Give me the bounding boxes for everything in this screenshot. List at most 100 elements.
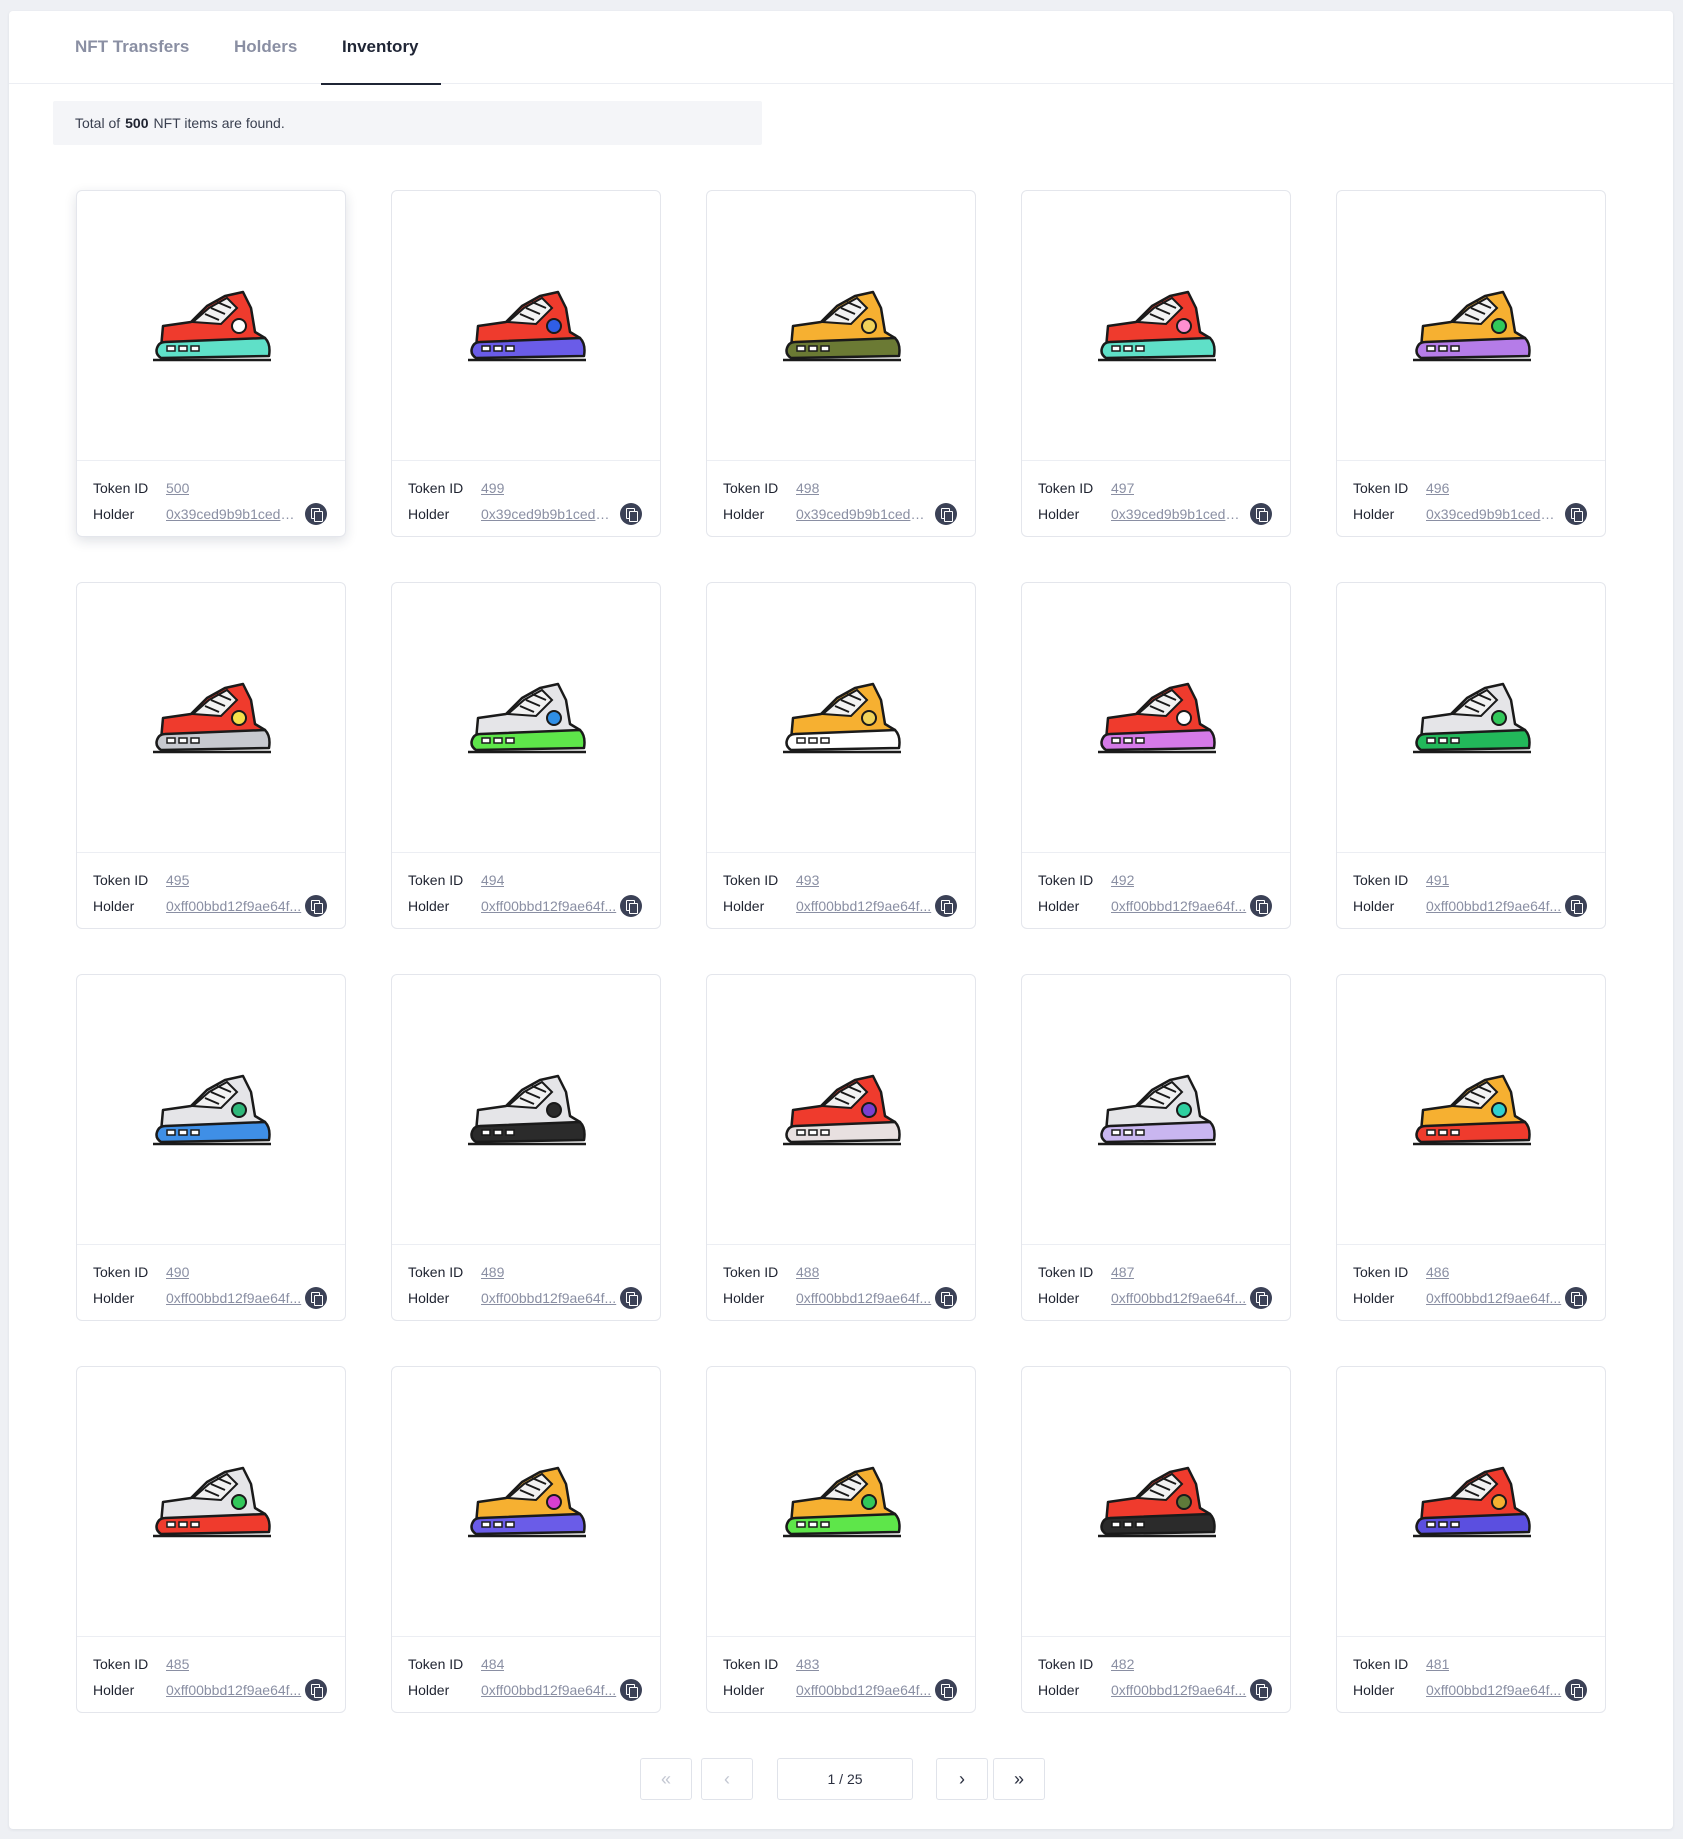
token-id-link[interactable]: 491 [1426,872,1449,888]
token-id-link[interactable]: 483 [796,1656,819,1672]
nft-card[interactable]: Token ID 494 Holder 0xff00bbd12f9ae64f... [391,582,661,929]
holder-address-link[interactable]: 0xff00bbd12f9ae64f... [796,1682,932,1698]
copy-icon[interactable] [620,1679,642,1701]
next-page-button[interactable]: › [936,1758,988,1800]
token-id-link[interactable]: 492 [1111,872,1134,888]
copy-icon[interactable] [1565,1287,1587,1309]
nft-image[interactable] [392,1367,660,1637]
token-id-link[interactable]: 499 [481,480,504,496]
copy-icon[interactable] [1565,503,1587,525]
token-id-link[interactable]: 497 [1111,480,1134,496]
nft-card[interactable]: Token ID 482 Holder 0xff00bbd12f9ae64f... [1021,1366,1291,1713]
holder-address-link[interactable]: 0x39ced9b9b1cedb6... [166,506,302,522]
token-id-link[interactable]: 494 [481,872,504,888]
nft-card[interactable]: Token ID 488 Holder 0xff00bbd12f9ae64f... [706,974,976,1321]
holder-address-link[interactable]: 0xff00bbd12f9ae64f... [481,898,617,914]
nft-image[interactable] [707,975,975,1245]
nft-card[interactable]: Token ID 484 Holder 0xff00bbd12f9ae64f... [391,1366,661,1713]
tab-nft-transfers[interactable]: NFT Transfers [75,11,189,84]
nft-image[interactable] [77,1367,345,1637]
holder-address-link[interactable]: 0xff00bbd12f9ae64f... [1426,898,1562,914]
copy-icon[interactable] [305,1679,327,1701]
holder-address-link[interactable]: 0xff00bbd12f9ae64f... [1111,1682,1247,1698]
holder-address-link[interactable]: 0xff00bbd12f9ae64f... [481,1682,617,1698]
copy-icon[interactable] [305,895,327,917]
copy-icon[interactable] [1565,895,1587,917]
nft-card[interactable]: Token ID 486 Holder 0xff00bbd12f9ae64f... [1336,974,1606,1321]
token-id-link[interactable]: 493 [796,872,819,888]
nft-card[interactable]: Token ID 492 Holder 0xff00bbd12f9ae64f... [1021,582,1291,929]
holder-address-link[interactable]: 0xff00bbd12f9ae64f... [1426,1290,1562,1306]
token-id-link[interactable]: 484 [481,1656,504,1672]
nft-image[interactable] [77,583,345,853]
first-page-button[interactable]: « [640,1758,692,1800]
nft-card[interactable]: Token ID 481 Holder 0xff00bbd12f9ae64f... [1336,1366,1606,1713]
copy-icon[interactable] [620,895,642,917]
nft-image[interactable] [1337,583,1605,853]
copy-icon[interactable] [620,503,642,525]
nft-image[interactable] [1022,975,1290,1245]
nft-image[interactable] [1337,975,1605,1245]
token-id-link[interactable]: 500 [166,480,189,496]
copy-icon[interactable] [1565,1679,1587,1701]
holder-address-link[interactable]: 0xff00bbd12f9ae64f... [1111,1290,1247,1306]
copy-icon[interactable] [935,1679,957,1701]
holder-address-link[interactable]: 0xff00bbd12f9ae64f... [166,898,302,914]
nft-card[interactable]: Token ID 500 Holder 0x39ced9b9b1cedb6... [76,190,346,537]
nft-card[interactable]: Token ID 489 Holder 0xff00bbd12f9ae64f... [391,974,661,1321]
holder-address-link[interactable]: 0x39ced9b9b1cedb6... [1111,506,1247,522]
token-id-link[interactable]: 495 [166,872,189,888]
nft-image[interactable] [1337,191,1605,461]
nft-image[interactable] [1337,1367,1605,1637]
nft-image[interactable] [392,583,660,853]
nft-image[interactable] [707,583,975,853]
holder-address-link[interactable]: 0xff00bbd12f9ae64f... [481,1290,617,1306]
nft-card[interactable]: Token ID 483 Holder 0xff00bbd12f9ae64f... [706,1366,976,1713]
tab-inventory[interactable]: Inventory [321,11,440,85]
nft-image[interactable] [1022,583,1290,853]
token-id-link[interactable]: 498 [796,480,819,496]
copy-icon[interactable] [620,1287,642,1309]
copy-icon[interactable] [305,1287,327,1309]
holder-address-link[interactable]: 0x39ced9b9b1cedb6... [1426,506,1562,522]
holder-address-link[interactable]: 0xff00bbd12f9ae64f... [1111,898,1247,914]
copy-icon[interactable] [1250,1679,1272,1701]
holder-address-link[interactable]: 0xff00bbd12f9ae64f... [166,1290,302,1306]
nft-image[interactable] [77,191,345,461]
copy-icon[interactable] [935,895,957,917]
nft-image[interactable] [392,975,660,1245]
nft-image[interactable] [1022,191,1290,461]
nft-card[interactable]: Token ID 491 Holder 0xff00bbd12f9ae64f... [1336,582,1606,929]
nft-image[interactable] [1022,1367,1290,1637]
nft-card[interactable]: Token ID 490 Holder 0xff00bbd12f9ae64f... [76,974,346,1321]
nft-card[interactable]: Token ID 498 Holder 0x39ced9b9b1cedb6... [706,190,976,537]
copy-icon[interactable] [935,503,957,525]
prev-page-button[interactable]: ‹ [701,1758,753,1800]
nft-card[interactable]: Token ID 497 Holder 0x39ced9b9b1cedb6... [1021,190,1291,537]
copy-icon[interactable] [305,503,327,525]
token-id-link[interactable]: 481 [1426,1656,1449,1672]
holder-address-link[interactable]: 0x39ced9b9b1cedb6... [481,506,617,522]
last-page-button[interactable]: » [993,1758,1045,1800]
nft-card[interactable]: Token ID 495 Holder 0xff00bbd12f9ae64f... [76,582,346,929]
token-id-link[interactable]: 486 [1426,1264,1449,1280]
nft-card[interactable]: Token ID 487 Holder 0xff00bbd12f9ae64f... [1021,974,1291,1321]
nft-image[interactable] [392,191,660,461]
nft-image[interactable] [707,1367,975,1637]
holder-address-link[interactable]: 0xff00bbd12f9ae64f... [166,1682,302,1698]
nft-image[interactable] [77,975,345,1245]
nft-card[interactable]: Token ID 496 Holder 0x39ced9b9b1cedb6... [1336,190,1606,537]
nft-image[interactable] [707,191,975,461]
token-id-link[interactable]: 482 [1111,1656,1134,1672]
copy-icon[interactable] [1250,503,1272,525]
tab-holders[interactable]: Holders [234,11,297,84]
copy-icon[interactable] [1250,895,1272,917]
nft-card[interactable]: Token ID 493 Holder 0xff00bbd12f9ae64f... [706,582,976,929]
token-id-link[interactable]: 490 [166,1264,189,1280]
token-id-link[interactable]: 496 [1426,480,1449,496]
token-id-link[interactable]: 489 [481,1264,504,1280]
copy-icon[interactable] [1250,1287,1272,1309]
holder-address-link[interactable]: 0x39ced9b9b1cedb6... [796,506,932,522]
copy-icon[interactable] [935,1287,957,1309]
nft-card[interactable]: Token ID 499 Holder 0x39ced9b9b1cedb6... [391,190,661,537]
